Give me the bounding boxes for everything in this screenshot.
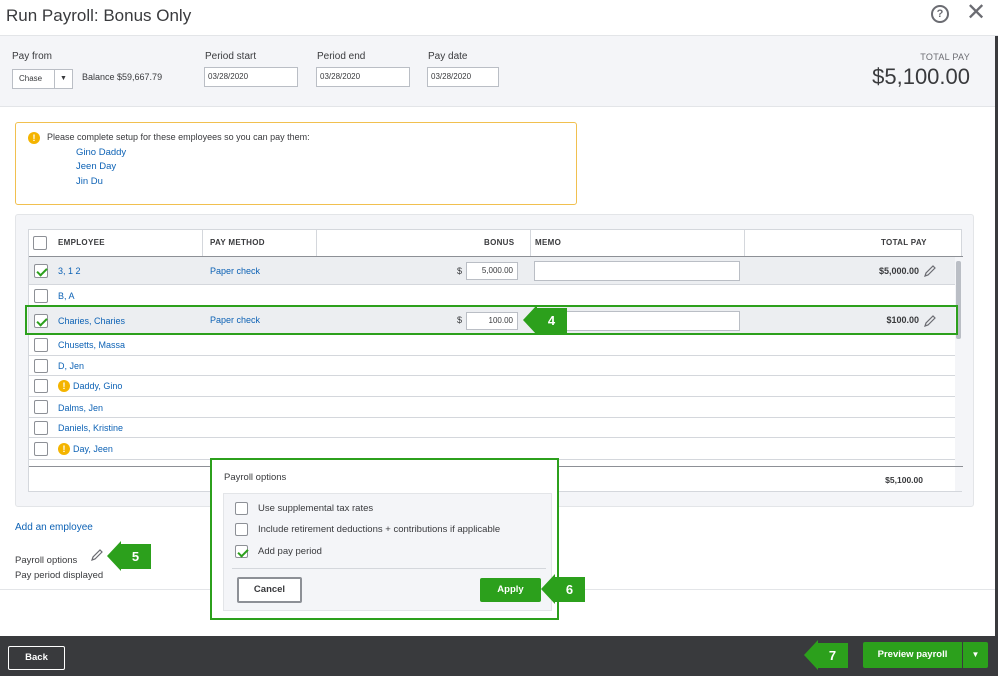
column-divider: [744, 230, 745, 256]
supplemental-tax-checkbox[interactable]: [235, 502, 248, 515]
highlight-frame: [25, 305, 958, 335]
period-start-label: Period start: [205, 51, 257, 62]
col-total-pay: TOTAL PAY: [881, 238, 927, 247]
chevron-down-icon[interactable]: ▼: [963, 642, 988, 668]
apply-button[interactable]: Apply: [480, 578, 541, 602]
table-row[interactable]: Dalms, Jen: [29, 397, 955, 418]
add-pay-period-checkbox[interactable]: [235, 545, 248, 558]
popover-options-panel: Use supplemental tax rates Include retir…: [223, 493, 552, 611]
period-end-label: Period end: [317, 51, 366, 62]
employee-name-link[interactable]: Daddy, Gino: [73, 381, 122, 391]
add-employee-link[interactable]: Add an employee: [15, 522, 93, 533]
warning-icon: !: [28, 132, 40, 144]
col-bonus: BONUS: [484, 238, 515, 247]
alert-message: Please complete setup for these employee…: [47, 132, 310, 142]
col-employee[interactable]: EMPLOYEE: [58, 230, 105, 256]
pay-date-input[interactable]: 03/28/2020: [427, 67, 499, 87]
table-row[interactable]: 3, 1 2 Paper check $ 5,000.00 $5,000.00: [29, 257, 955, 285]
pay-method-link[interactable]: Paper check: [210, 266, 260, 276]
table-scrollbar[interactable]: [955, 257, 962, 491]
pay-date-label: Pay date: [428, 51, 468, 62]
warning-icon: !: [58, 443, 70, 455]
retirement-deductions-checkbox[interactable]: [235, 523, 248, 536]
employee-name-link[interactable]: Chusetts, Massa: [58, 340, 125, 350]
memo-input[interactable]: [534, 261, 740, 281]
close-icon[interactable]: ✕: [966, 1, 986, 25]
option-label: Add pay period: [258, 546, 322, 557]
preview-payroll-button[interactable]: Preview payroll: [863, 642, 962, 668]
column-divider: [202, 230, 203, 256]
pay-from-label: Pay from: [12, 51, 53, 62]
row-checkbox[interactable]: [34, 264, 48, 278]
row-checkbox[interactable]: [34, 442, 48, 456]
row-checkbox[interactable]: [34, 338, 48, 352]
payroll-header: Pay from Chase ▼ Balance $59,667.79 Peri…: [0, 36, 998, 107]
payroll-options-label: Payroll options: [15, 555, 78, 566]
col-memo: MEMO: [535, 238, 562, 247]
col-pay-method: PAY METHOD: [210, 238, 265, 247]
table-row[interactable]: ! Day, Jeen: [29, 438, 955, 460]
table-footer-total: $5,100.00: [885, 475, 923, 485]
pay-from-value: Chase: [19, 74, 43, 83]
pencil-icon[interactable]: [90, 548, 104, 562]
setup-alert: ! Please complete setup for these employ…: [15, 122, 577, 205]
dollar-sign: $: [457, 266, 463, 276]
back-button[interactable]: Back: [8, 646, 65, 670]
pay-period-displayed: Pay period displayed: [15, 570, 104, 581]
pay-from-select[interactable]: Chase ▼: [12, 69, 73, 89]
select-all-checkbox[interactable]: [33, 236, 47, 250]
period-end-input[interactable]: 03/28/2020: [316, 67, 410, 87]
option-label: Include retirement deductions + contribu…: [258, 524, 501, 535]
column-divider: [316, 230, 317, 256]
title-bar: Run Payroll: Bonus Only ? ✕: [0, 0, 998, 36]
alert-employee-link[interactable]: Jeen Day: [76, 161, 116, 172]
employee-name-link[interactable]: Daniels, Kristine: [58, 423, 123, 433]
total-pay-label: TOTAL PAY: [920, 52, 970, 62]
account-balance: Balance $59,667.79: [82, 72, 163, 82]
employee-name-link[interactable]: D, Jen: [58, 361, 84, 371]
step-badge-6: 6: [541, 574, 585, 604]
column-divider: [530, 230, 531, 256]
employee-name-link[interactable]: Day, Jeen: [73, 444, 113, 454]
employee-table: EMPLOYEE PAY METHOD BONUS MEMO TOTAL PAY…: [28, 229, 963, 492]
row-checkbox[interactable]: [34, 421, 48, 435]
table-row[interactable]: D, Jen: [29, 356, 955, 376]
step-badge-4: 4: [523, 305, 567, 335]
table-row[interactable]: Chusetts, Massa: [29, 335, 955, 356]
chevron-down-icon[interactable]: ▼: [54, 70, 72, 88]
pencil-icon[interactable]: [923, 264, 937, 278]
bonus-input[interactable]: 5,000.00: [466, 262, 518, 280]
employee-name-link[interactable]: 3, 1 2: [58, 266, 81, 276]
alert-employee-link[interactable]: Gino Daddy: [76, 147, 126, 158]
help-icon[interactable]: ?: [931, 5, 949, 23]
row-checkbox[interactable]: [34, 359, 48, 373]
table-row[interactable]: B, A: [29, 285, 955, 307]
employee-name-link[interactable]: Dalms, Jen: [58, 403, 103, 413]
payroll-options-popover: Payroll options Use supplemental tax rat…: [210, 458, 559, 620]
page-title: Run Payroll: Bonus Only: [6, 6, 192, 25]
option-label: Use supplemental tax rates: [258, 503, 374, 514]
employee-name-link[interactable]: B, A: [58, 291, 75, 301]
divider: [232, 568, 546, 569]
cancel-button[interactable]: Cancel: [237, 577, 302, 603]
step-badge-5: 5: [107, 541, 151, 571]
step-badge-7: 7: [804, 640, 848, 670]
table-row[interactable]: Daniels, Kristine: [29, 418, 955, 438]
period-start-input[interactable]: 03/28/2020: [204, 67, 298, 87]
total-pay-amount: $5,100.00: [872, 64, 970, 89]
footer-bar: Back Preview payroll ▼: [0, 636, 998, 676]
warning-icon: !: [58, 380, 70, 392]
row-checkbox[interactable]: [34, 400, 48, 414]
popover-title: Payroll options: [224, 472, 287, 483]
row-checkbox[interactable]: [34, 289, 48, 303]
row-total-pay: $5,000.00: [878, 266, 919, 276]
alert-employee-link[interactable]: Jin Du: [76, 176, 103, 187]
row-checkbox[interactable]: [34, 379, 48, 393]
table-row[interactable]: ! Daddy, Gino: [29, 376, 955, 397]
